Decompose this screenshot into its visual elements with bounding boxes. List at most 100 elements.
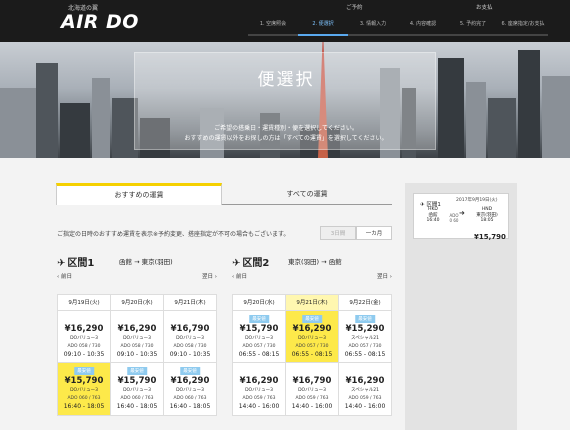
fare-cell[interactable]: 最安値 ¥15,790 DOバリュー3 ADO 060 / 763 16:40 - 18… (58, 363, 111, 415)
summary-date: 2017年9月19日(火) (456, 198, 498, 203)
fare-cell[interactable]: 最安値 ¥15,790 DOバリュー3 ADO 060 / 763 16:40 - 18… (111, 363, 164, 415)
fare-cell[interactable]: 最安値 ¥16,290 DOバリュー3 ADO 057 / 730 06:55 - 08… (286, 311, 339, 362)
date-header[interactable]: 9月21日(木) (164, 295, 216, 310)
flight-number: ADO 058 / 730 (120, 344, 154, 349)
fare-row: ¥16,290 DOバリュー3 ADO 058 / 730 09:10 - 10:35… (58, 311, 216, 363)
site-header: 北海道の翼 AIR DO ご予約 お支払 1. 空席照会 2. 便選択 3. 情… (0, 0, 570, 42)
lowest-fare-badge: 最安値 (302, 315, 322, 323)
fare-type: DOバリュー3 (70, 336, 98, 341)
fare-cell[interactable]: ¥16,790 DOバリュー3 ADO 059 / 763 14:40 - 16:00 (286, 363, 339, 415)
segment-2-origin: 東京(羽田) (288, 258, 320, 266)
fare-cell[interactable]: 最安値 ¥16,290 DOバリュー3 ADO 060 / 763 16:40 - 18… (164, 363, 216, 415)
flight-time: 14:40 - 16:00 (291, 403, 333, 410)
date-header[interactable]: 9月20日(水) (111, 295, 164, 310)
fare-price: ¥16,290 (292, 324, 332, 334)
segment-1-destination: 東京(羽田) (141, 258, 173, 266)
summary-arrival: HND 東京(羽田) 18:05 (474, 207, 500, 224)
arrow-right-icon: ➜ (459, 209, 465, 217)
fare-type: DOバリュー3 (245, 388, 273, 393)
airplane-icon: ✈ (57, 258, 66, 269)
step-5: 5. 予約完了 (448, 14, 498, 36)
fare-price: ¥16,790 (292, 376, 332, 386)
summary-arr-time: 18:05 (480, 218, 494, 223)
view-3-days-button[interactable]: 3日間 (320, 226, 356, 240)
tab-all-fares[interactable]: すべての運賃 (224, 183, 390, 205)
fare-cell[interactable]: ¥16,290 DOバリュー3 ADO 058 / 730 09:10 - 10:35 (111, 311, 164, 362)
date-header[interactable]: 9月20日(水) (233, 295, 286, 310)
arrow-right-icon: → (321, 258, 327, 266)
steps-group-label-booking: ご予約 (346, 5, 363, 11)
flight-number: ADO 060 / 763 (173, 396, 207, 401)
flight-time: 14:40 - 16:00 (344, 403, 386, 410)
airdo-logo[interactable]: AIR DO (61, 11, 139, 33)
fare-type: スペシャル21 (351, 336, 379, 341)
flight-number: ADO 060 / 763 (67, 396, 101, 401)
selected-flight-summary-card[interactable]: ✈ 区間1 2017年9月19日(火) HKD 函館 16:40 ADO 0 6… (413, 193, 509, 241)
steps-group-label-payment: お支払 (476, 5, 493, 11)
segment-2-label: 区間2 (242, 258, 270, 269)
flight-time: 16:40 - 18:05 (169, 403, 211, 410)
step-3: 3. 情報入力 (348, 14, 398, 36)
step-1: 1. 空席照会 (248, 14, 298, 36)
fare-type: DOバリュー3 (70, 388, 98, 393)
fare-cell[interactable]: ¥16,290 DOバリュー3 ADO 058 / 730 09:10 - 10:35 (58, 311, 111, 362)
fare-cell[interactable]: ¥16,790 DOバリュー3 ADO 058 / 730 09:10 - 10:35 (164, 311, 216, 362)
segment-1-next-day-link[interactable]: 翌日 › (202, 272, 217, 280)
hero-cityscape-banner: 便選択 ご希望の搭乗日・運賃種別・便を選択してください。 おすすめの運賃以外をお… (0, 42, 570, 158)
segment-2-dates: 9月20日(水) 9月21日(木) 9月22日(金) (233, 295, 391, 311)
flight-time: 09:10 - 10:35 (169, 351, 211, 358)
flight-number: ADO 057 / 730 (295, 344, 329, 349)
date-header[interactable]: 9月21日(木) (286, 295, 339, 310)
recommended-fare-note: ご指定の日時のおすすめ運賃を表示※予約変更、搭座指定が不可の場合もございます。 (57, 231, 290, 238)
view-1-month-button[interactable]: 一カ月 (356, 226, 392, 240)
fare-price: ¥15,790 (239, 324, 279, 334)
lowest-fare-badge: 最安値 (249, 315, 269, 323)
date-header[interactable]: 9月19日(火) (58, 295, 111, 310)
segment-2-title: ✈ 区間2 (232, 254, 269, 269)
tab-recommended-fares[interactable]: おすすめの運賃 (56, 183, 222, 205)
flight-number: ADO 057 / 730 (242, 344, 276, 349)
fare-cell[interactable]: ¥16,290 スペシャル21 ADO 059 / 763 14:40 - 16:00 (339, 363, 391, 415)
page-title: 便選択 (257, 70, 315, 90)
booking-progress-steps: 1. 空席照会 2. 便選択 3. 情報入力 4. 内容確認 5. 予約完了 6… (248, 14, 548, 36)
flight-number: ADO 059 / 763 (242, 396, 276, 401)
fare-cell[interactable]: 最安値 ¥15,290 スペシャル21 ADO 057 / 730 06:55 - 08… (339, 311, 391, 362)
fare-cell[interactable]: 最安値 ¥15,790 DOバリュー3 ADO 057 / 730 06:55 - 08… (233, 311, 286, 362)
lowest-fare-badge: 最安値 (74, 367, 94, 375)
selection-summary-sidebar: ✈ 区間1 2017年9月19日(火) HKD 函館 16:40 ADO 0 6… (405, 183, 517, 430)
summary-departure: HKD 函館 16:40 (422, 207, 444, 224)
flight-time: 09:10 - 10:35 (116, 351, 158, 358)
step-4: 4. 内容確認 (398, 14, 448, 36)
hero-instruction-line-1: ご希望の搭乗日・運賃種別・便を選択してください。 (214, 125, 358, 132)
arrow-right-icon: → (134, 258, 140, 266)
fare-price: ¥16,290 (117, 324, 157, 334)
flight-time: 09:10 - 10:35 (63, 351, 105, 358)
flight-number: ADO 058 / 730 (173, 344, 207, 349)
step-2-current: 2. 便選択 (298, 14, 348, 36)
fare-type: DOバリュー3 (123, 388, 151, 393)
fare-type: スペシャル21 (351, 388, 379, 393)
fare-type: DOバリュー3 (298, 336, 326, 341)
fare-type: DOバリュー3 (176, 336, 204, 341)
hero-instruction-line-2: おすすめの運賃以外をお探しの方は「すべての運賃」を選択してください。 (184, 135, 388, 142)
step-6: 6. 座席指定/お支払 (498, 14, 548, 36)
fare-price: ¥16,290 (64, 324, 104, 334)
fare-price: ¥16,290 (345, 376, 385, 386)
segment-2-fare-grid: 9月20日(水) 9月21日(木) 9月22日(金) 最安値 ¥15,790 DOバ… (232, 294, 392, 416)
segment-2-route: 東京(羽田) → 函館 (288, 256, 342, 266)
flight-time: 16:40 - 18:05 (63, 403, 105, 410)
flight-number: ADO 059 / 763 (295, 396, 329, 401)
segment-1-prev-day-link[interactable]: ‹ 前日 (57, 274, 72, 280)
flight-number: ADO 057 / 730 (348, 344, 382, 349)
flight-number: ADO 058 / 730 (67, 344, 101, 349)
fare-row: 最安値 ¥15,790 DOバリュー3 ADO 057 / 730 06:55 - 08… (233, 311, 391, 363)
fare-price: ¥16,290 (170, 376, 210, 386)
summary-price: ¥15,790 (474, 233, 506, 241)
segment-1-fare-grid: 9月19日(火) 9月20日(水) 9月21日(木) ¥16,290 DOバリュー… (57, 294, 217, 416)
segment-2-next-day-link[interactable]: 翌日 › (377, 272, 392, 280)
segment-2-prev-day-link[interactable]: ‹ 前日 (232, 274, 247, 280)
date-header[interactable]: 9月22日(金) (339, 295, 391, 310)
flight-time: 06:55 - 08:15 (344, 351, 386, 358)
fare-cell[interactable]: ¥16,290 DOバリュー3 ADO 059 / 763 14:40 - 16:00 (233, 363, 286, 415)
segment-1-route: 函館 → 東京(羽田) (119, 256, 173, 266)
